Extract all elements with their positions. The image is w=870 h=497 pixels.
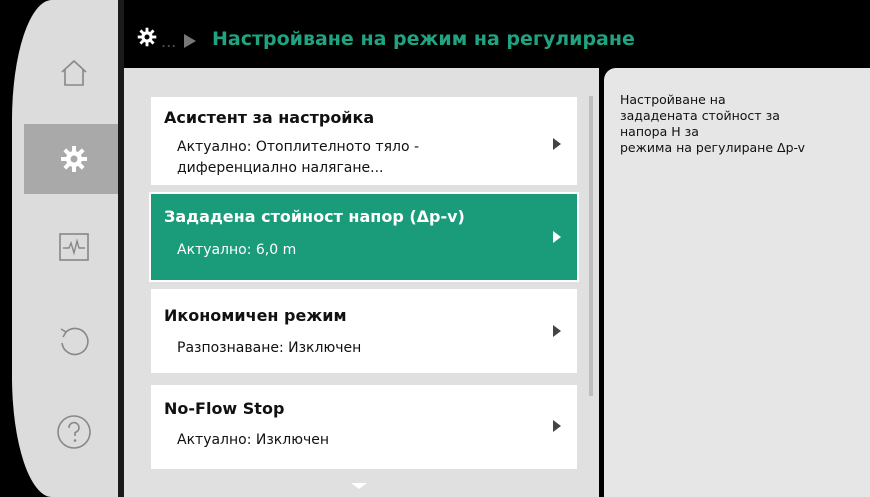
sidebar-item-restore[interactable] bbox=[26, 306, 122, 376]
menu-item-title: Икономичен режим bbox=[164, 306, 347, 325]
help-icon bbox=[57, 415, 91, 449]
scrollbar[interactable] bbox=[589, 96, 593, 396]
menu-item-setup-assistant[interactable]: Асистент за настройка Актуално: Отоплите… bbox=[151, 97, 577, 185]
sidebar-item-home[interactable] bbox=[26, 38, 122, 108]
menu-item-title: No-Flow Stop bbox=[164, 399, 285, 418]
screen: ... Настройване на режим на регулиране А… bbox=[0, 0, 870, 497]
menu-item-subtitle: Актуално: 6,0 m bbox=[177, 242, 297, 258]
info-text: Настройване на зададената стойност за на… bbox=[620, 92, 806, 155]
breadcrumb-ellipsis: ... bbox=[161, 32, 177, 51]
header: ... Настройване на режим на регулиране bbox=[124, 0, 870, 68]
gear-icon bbox=[137, 27, 157, 47]
chevron-right-icon bbox=[553, 325, 561, 337]
menu-item-subtitle: Разпознаване: Изключен bbox=[177, 340, 362, 356]
menu-item-no-flow-stop[interactable]: No-Flow Stop Актуално: Изключен bbox=[151, 385, 577, 469]
menu-item-title: Зададена стойност напор (Δp-v) bbox=[164, 207, 465, 226]
sidebar bbox=[12, 0, 124, 497]
info-panel: Настройване на зададената стойност за на… bbox=[604, 68, 870, 497]
sidebar-item-diagnostics[interactable] bbox=[26, 212, 122, 282]
restore-icon bbox=[60, 327, 89, 356]
menu-area: Асистент за настройка Актуално: Отоплите… bbox=[124, 68, 599, 497]
menu-item-setpoint-head[interactable]: Зададена стойност напор (Δp-v) Актуално:… bbox=[149, 192, 579, 282]
menu-item-title: Асистент за настройка bbox=[164, 108, 375, 127]
diagnostics-icon bbox=[59, 233, 89, 261]
home-icon bbox=[61, 59, 87, 86]
gear-icon bbox=[61, 146, 87, 172]
scroll-down-icon[interactable] bbox=[351, 483, 367, 489]
menu-item-eco-mode[interactable]: Икономичен режим Разпознаване: Изключен bbox=[151, 289, 577, 373]
menu-item-subtitle: Актуално: Изключен bbox=[177, 432, 330, 448]
chevron-right-icon bbox=[553, 138, 561, 150]
sidebar-item-settings[interactable] bbox=[24, 124, 124, 194]
page-title: Настройване на режим на регулиране bbox=[212, 28, 635, 50]
chevron-right-icon bbox=[553, 231, 561, 243]
menu-item-subtitle: Актуално: Отоплителното тяло - диференци… bbox=[177, 139, 420, 176]
breadcrumb-arrow-icon bbox=[184, 34, 196, 48]
chevron-right-icon bbox=[553, 420, 561, 432]
sidebar-item-help[interactable] bbox=[26, 397, 122, 467]
